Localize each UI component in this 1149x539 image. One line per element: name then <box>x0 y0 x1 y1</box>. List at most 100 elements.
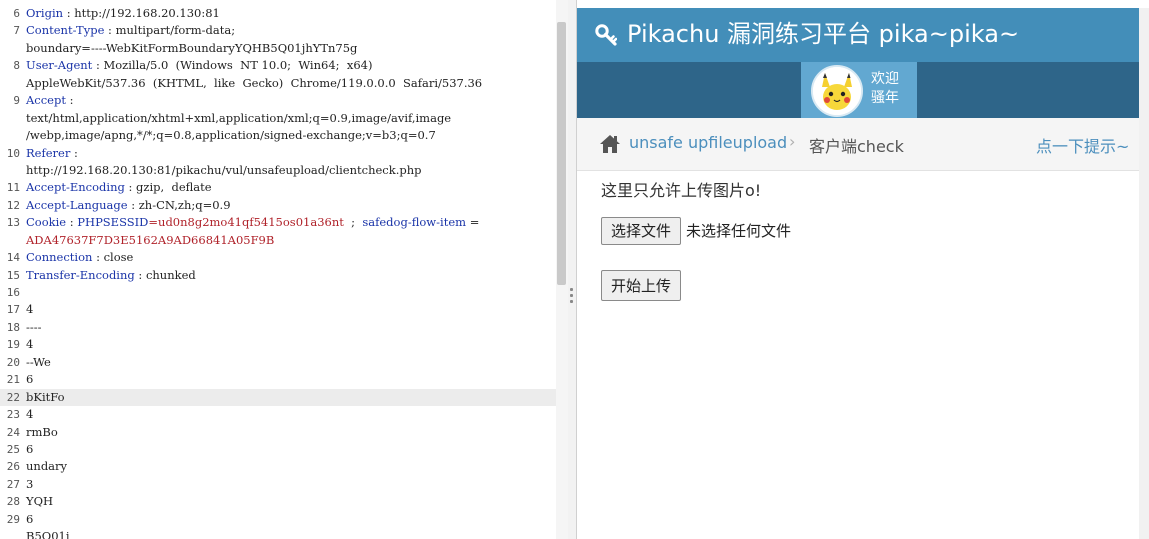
cookie-value: ADA47637F7D3E5162A9AD66841A05F9B <box>26 232 275 247</box>
line-number: 22 <box>6 390 20 404</box>
editor-line[interactable]: /webp,image/apng,*/*;q=0.8,application/s… <box>0 127 556 144</box>
body-text: ---- <box>26 319 42 334</box>
line-number: 23 <box>6 408 20 422</box>
splitter-grip-dot <box>570 288 573 291</box>
header-name: Referer <box>26 145 71 160</box>
editor-line[interactable]: 23 4 <box>0 406 556 423</box>
line-number: 11 <box>6 181 20 195</box>
choose-file-button[interactable]: 选择文件 <box>601 217 682 245</box>
header-name: Accept-Encoding <box>26 180 125 195</box>
header-separator: : <box>66 215 78 230</box>
editor-line[interactable]: 14 Connection : close <box>0 249 556 266</box>
breadcrumb-separator: › <box>789 132 796 151</box>
home-icon[interactable] <box>599 134 621 154</box>
header-value: multipart/form-data; <box>115 23 236 38</box>
editor-line-current[interactable]: 22 bKitFo <box>0 388 556 407</box>
editor-line[interactable]: B5Q01j <box>0 528 556 539</box>
header-line: Connection : close <box>26 249 556 266</box>
editor-line[interactable]: 27 3 <box>0 476 556 493</box>
header-line: Accept : <box>26 92 556 109</box>
header-separator: : <box>70 145 78 160</box>
line-number: 20 <box>6 355 20 369</box>
request-editor[interactable]: 6 Origin : http://192.168.20.130:81 7 Conte… <box>0 5 556 539</box>
breadcrumb-section-link[interactable]: unsafe upfileupload <box>629 133 787 152</box>
pane-splitter[interactable] <box>568 0 577 539</box>
editor-line[interactable]: 28 YQH <box>0 493 556 510</box>
header-line: Transfer-Encoding : chunked <box>26 267 556 284</box>
header-value: gzip, deflate <box>136 180 212 195</box>
editor-line[interactable]: 24 rmBo <box>0 424 556 441</box>
editor-line[interactable]: 19 4 <box>0 336 556 353</box>
upload-button[interactable]: 开始上传 <box>601 270 682 301</box>
line-number: 29 <box>6 512 20 526</box>
header-line: Referer : <box>26 145 556 162</box>
body-text: 6 <box>26 511 34 526</box>
header-separator: : <box>124 180 137 195</box>
editor-scrollbar-thumb[interactable] <box>557 22 566 285</box>
editor-line[interactable]: 17 4 <box>0 301 556 318</box>
editor-line[interactable]: http://192.168.20.130:81/pikachu/vul/uns… <box>0 162 556 179</box>
header-name: Accept-Language <box>26 197 128 212</box>
user-menu[interactable]: 欢迎 骚年 <box>801 62 917 118</box>
header-name: Connection <box>26 250 93 265</box>
body-text: --We <box>26 354 51 369</box>
brand-title[interactable]: Pikachu 漏洞练习平台 pika~pika~ <box>627 19 1019 49</box>
browser-preview-pane: Pikachu 漏洞练习平台 pika~pika~ 欢迎 骚年 unsafe u… <box>577 0 1149 539</box>
file-input[interactable]: 选择文件 未选择任何文件 <box>601 217 791 245</box>
header-separator: : <box>134 267 146 282</box>
editor-line[interactable]: 9 Accept : <box>0 92 556 109</box>
header-name: Origin <box>26 6 64 20</box>
header-line: Origin : http://192.168.20.130:81 <box>26 5 556 22</box>
hint-link[interactable]: 点一下提示~ <box>1036 133 1129 157</box>
body-text: B5Q01j <box>26 529 70 539</box>
line-number: 8 <box>13 59 20 73</box>
cookie-value-continued: ADA47637F7D3E5162A9AD66841A05F9B <box>26 232 556 249</box>
editor-line[interactable]: 13 Cookie : PHPSESSID=ud0n8g2mo41qf5415os… <box>0 214 556 231</box>
body-text: 4 <box>26 302 34 317</box>
header-value: http://192.168.20.130:81 <box>74 6 220 20</box>
header-name: Transfer-Encoding <box>26 267 135 282</box>
editor-line[interactable]: boundary=----WebKitFormBoundaryYQHB5Q01j… <box>0 40 556 57</box>
editor-line[interactable]: 26 undary <box>0 458 556 475</box>
editor-line[interactable]: 25 6 <box>0 441 556 458</box>
header-separator: : <box>104 23 116 38</box>
editor-line[interactable]: 12 Accept-Language : zh-CN,zh;q=0.9 <box>0 197 556 214</box>
preview-scrollbar[interactable] <box>1139 8 1149 539</box>
body-text: /webp,image/apng,*/*;q=0.8,application/s… <box>26 128 436 143</box>
editor-line[interactable]: 11 Accept-Encoding : gzip, deflate <box>0 179 556 196</box>
editor-line[interactable]: 16 <box>0 284 556 301</box>
editor-line[interactable]: 7 Content-Type : multipart/form-data; <box>0 22 556 39</box>
editor-line[interactable]: 10 Referer : <box>0 145 556 162</box>
editor-line[interactable]: text/html,application/xhtml+xml,applicat… <box>0 110 556 127</box>
line-number: 6 <box>13 7 20 20</box>
pikachu-avatar-image <box>813 67 861 115</box>
body-text: text/html,application/xhtml+xml,applicat… <box>26 110 452 125</box>
header-line: Accept-Language : zh-CN,zh;q=0.9 <box>26 197 556 214</box>
line-number: 26 <box>6 460 20 474</box>
editor-line[interactable]: AppleWebKit/537.36 (KHTML, like Gecko) C… <box>0 75 556 92</box>
editor-line[interactable]: 8 User-Agent : Mozilla/5.0 (Windows NT 10… <box>0 57 556 74</box>
body-text: AppleWebKit/537.36 (KHTML, like Gecko) C… <box>26 75 483 90</box>
key-icon <box>595 24 617 46</box>
line-number: 14 <box>6 251 20 265</box>
request-editor-pane[interactable]: 6 Origin : http://192.168.20.130:81 7 Conte… <box>0 0 568 539</box>
header-separator: : <box>65 93 74 108</box>
header-separator: : <box>92 58 104 73</box>
cookie-value: =ud0n8g2mo41qf5415os01a36nt <box>148 215 344 230</box>
header-value: Mozilla/5.0 (Windows NT 10.0; Win64; x64… <box>103 58 373 73</box>
header-line: User-Agent : Mozilla/5.0 (Windows NT 10.… <box>26 57 556 74</box>
editor-line[interactable]: 21 6 <box>0 371 556 388</box>
pikachu-avatar <box>811 65 863 117</box>
editor-line[interactable]: 18 ---- <box>0 319 556 336</box>
editor-line[interactable]: 29 6 <box>0 511 556 528</box>
line-number: 9 <box>13 94 20 108</box>
navbar: Pikachu 漏洞练习平台 pika~pika~ <box>577 8 1139 62</box>
line-number: 15 <box>6 268 20 282</box>
cookie-separator: ; <box>343 215 363 230</box>
editor-line[interactable]: 6 Origin : http://192.168.20.130:81 <box>0 5 556 22</box>
header-separator: : <box>63 6 75 20</box>
breadcrumb: unsafe upfileupload › 客户端check 点一下提示~ <box>577 118 1139 171</box>
editor-line[interactable]: 20 --We <box>0 354 556 371</box>
editor-line[interactable]: ADA47637F7D3E5162A9AD66841A05F9B <box>0 232 556 249</box>
editor-line[interactable]: 15 Transfer-Encoding : chunked <box>0 267 556 284</box>
